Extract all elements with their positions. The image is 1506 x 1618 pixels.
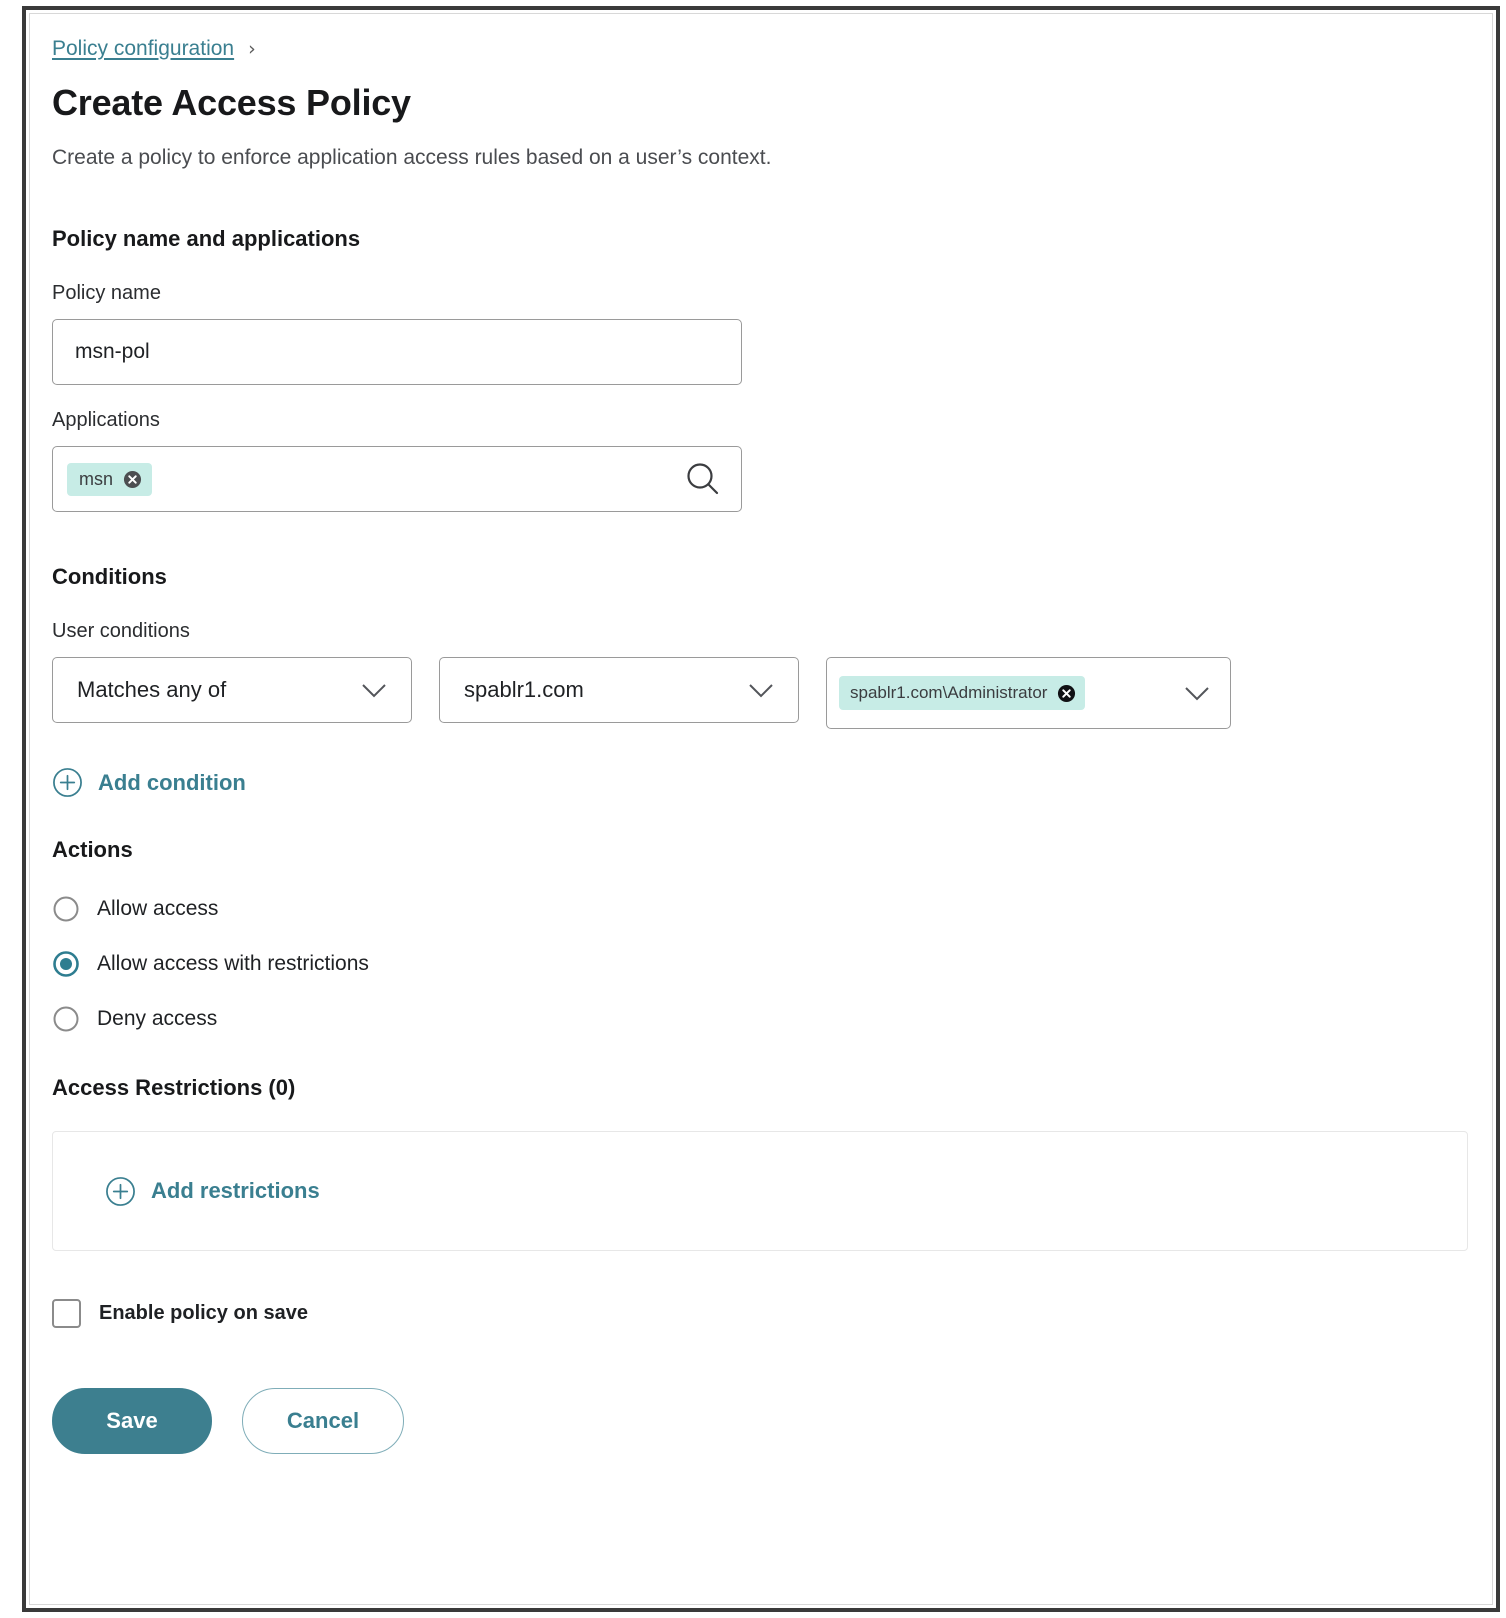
user-chip-administrator[interactable]: spablr1.com\Administrator (839, 676, 1085, 710)
section-heading-policy-name-and-applications: Policy name and applications (52, 226, 1466, 252)
user-chip-label: spablr1.com\Administrator (850, 683, 1047, 703)
enable-policy-on-save-checkbox[interactable] (52, 1299, 81, 1328)
enable-policy-on-save-label: Enable policy on save (99, 1302, 308, 1325)
radio-deny-access[interactable]: Deny access (52, 1005, 1466, 1033)
remove-chip-icon[interactable] (123, 470, 142, 489)
page-title: Create Access Policy (52, 82, 1466, 124)
add-condition-button[interactable]: Add condition (52, 767, 246, 798)
window-inner-border: Policy configuration › Create Access Pol… (29, 13, 1493, 1605)
plus-circle-icon (105, 1176, 136, 1207)
radio-unselected-icon[interactable] (52, 1005, 80, 1033)
match-type-value: Matches any of (77, 677, 226, 703)
radio-allow-access[interactable]: Allow access (52, 895, 1466, 923)
application-chip-msn[interactable]: msn (67, 463, 152, 496)
domain-select[interactable]: spablr1.com (439, 657, 799, 723)
radio-allow-access-label: Allow access (97, 897, 218, 921)
user-conditions-row: Matches any of spablr1.com spablr1.com\A… (52, 657, 1466, 729)
user-conditions-label: User conditions (52, 620, 1466, 643)
save-button[interactable]: Save (52, 1388, 212, 1454)
policy-name-value: msn-pol (75, 340, 150, 364)
window-border: Policy configuration › Create Access Pol… (22, 6, 1500, 1612)
chevron-right-icon: › (248, 40, 256, 59)
applications-search-input[interactable]: msn (52, 446, 742, 512)
add-restrictions-label: Add restrictions (151, 1178, 320, 1204)
create-access-policy-page: Policy configuration › Create Access Pol… (30, 14, 1492, 1604)
chevron-down-icon[interactable] (1178, 682, 1216, 704)
chevron-down-icon[interactable] (355, 679, 393, 701)
radio-allow-access-with-restrictions-label: Allow access with restrictions (97, 952, 369, 976)
search-icon[interactable] (683, 459, 723, 499)
enable-policy-on-save-row[interactable]: Enable policy on save (52, 1299, 1466, 1328)
form-actions: Save Cancel (52, 1388, 1466, 1454)
add-condition-label: Add condition (98, 770, 246, 796)
radio-selected-icon[interactable] (52, 950, 80, 978)
page-subtitle: Create a policy to enforce application a… (52, 146, 1466, 170)
application-chip-label: msn (79, 469, 113, 490)
users-select[interactable]: spablr1.com\Administrator (826, 657, 1231, 729)
policy-name-label: Policy name (52, 282, 1466, 305)
section-heading-conditions: Conditions (52, 564, 1466, 590)
match-type-select[interactable]: Matches any of (52, 657, 412, 723)
remove-chip-icon[interactable] (1057, 684, 1076, 703)
radio-deny-access-label: Deny access (97, 1007, 217, 1031)
screenshot-frame: Policy configuration › Create Access Pol… (0, 0, 1506, 1618)
section-heading-actions: Actions (52, 837, 1466, 863)
domain-value: spablr1.com (464, 677, 584, 703)
access-restrictions-panel: Add restrictions (52, 1131, 1468, 1251)
policy-name-input[interactable]: msn-pol (52, 319, 742, 385)
cancel-button[interactable]: Cancel (242, 1388, 404, 1454)
applications-label: Applications (52, 409, 1466, 432)
breadcrumb: Policy configuration › (52, 36, 1466, 62)
section-heading-access-restrictions: Access Restrictions (0) (52, 1075, 1466, 1101)
breadcrumb-link-policy-configuration[interactable]: Policy configuration (52, 37, 234, 61)
plus-circle-icon (52, 767, 83, 798)
radio-unselected-icon[interactable] (52, 895, 80, 923)
chevron-down-icon[interactable] (742, 679, 780, 701)
add-restrictions-button[interactable]: Add restrictions (105, 1176, 320, 1207)
radio-allow-access-with-restrictions[interactable]: Allow access with restrictions (52, 950, 1466, 978)
